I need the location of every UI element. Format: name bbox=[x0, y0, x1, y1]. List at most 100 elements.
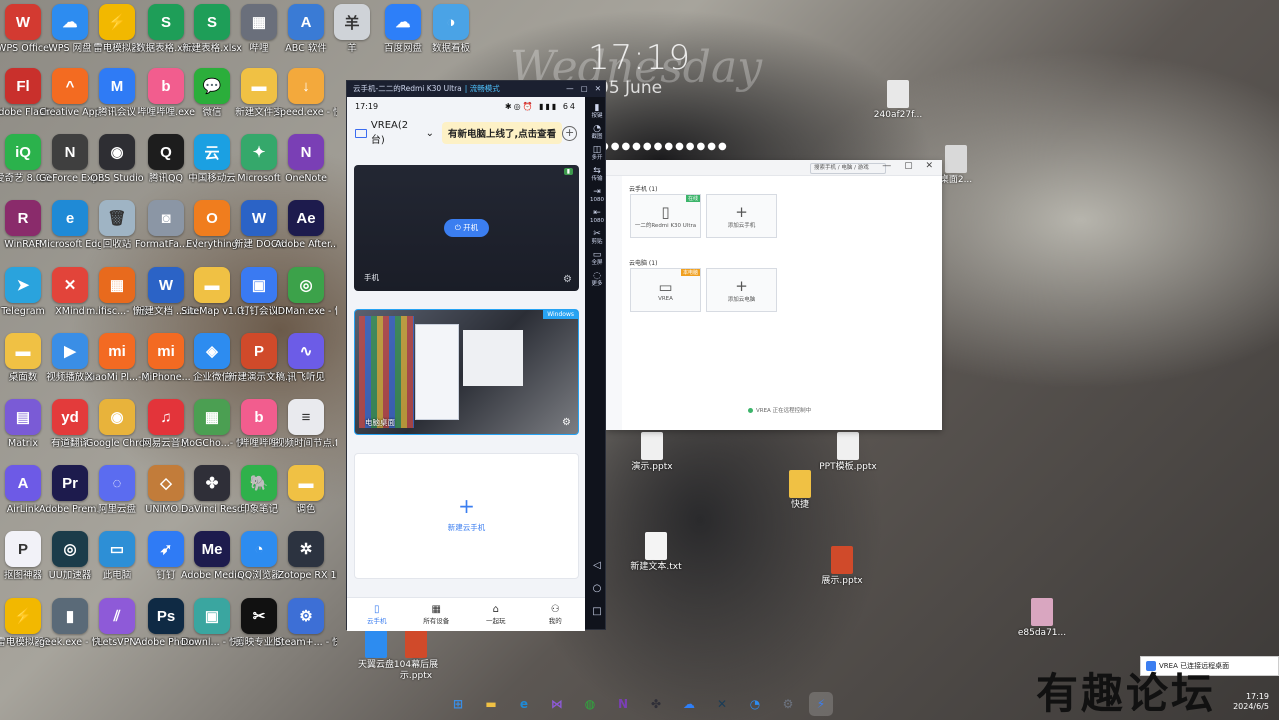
desktop-icon[interactable]: ≡ 视频时间节点.txt bbox=[275, 399, 337, 463]
minimize-icon[interactable]: — bbox=[566, 81, 574, 97]
nav-tab[interactable]: ⌂ 一起玩 bbox=[466, 598, 526, 631]
app-icon: Me bbox=[194, 531, 230, 567]
close-icon[interactable]: ✕ bbox=[595, 81, 601, 97]
app-icon: 🐘 bbox=[241, 465, 277, 501]
taskbar-capcut-icon[interactable]: ✕ bbox=[710, 692, 734, 716]
taskbar: ⊞ ▬ e ⋈ ◍ N ✤ ☁ ✕ ◔ ⚙ ⚡ bbox=[0, 688, 1279, 720]
app-icon: ☁ bbox=[52, 4, 88, 40]
taskbar-settings-icon[interactable]: ⚙ bbox=[776, 692, 800, 716]
desktop-icon-label: iZotope RX 10... bbox=[275, 570, 337, 581]
taskbar-onenote-icon[interactable]: N bbox=[611, 692, 635, 716]
app-icon: ◙ bbox=[148, 200, 184, 236]
app-icon: N bbox=[288, 134, 324, 170]
taskbar-qq-browser-icon[interactable]: ◔ bbox=[743, 692, 767, 716]
device-window-controls[interactable]: — ▢ ✕ bbox=[882, 161, 938, 171]
nav-tab[interactable]: ⚇ 我的 bbox=[526, 598, 586, 631]
phone-card[interactable]: ▮ ⏻ 开机 手机 ⚙ bbox=[354, 165, 579, 291]
app-icon: mi bbox=[148, 333, 184, 369]
desktop-file[interactable]: PPT模板.pptx bbox=[818, 432, 878, 473]
taskbar-explorer-icon[interactable]: ▬ bbox=[479, 692, 503, 716]
phone-screen: 17:19 ✱◎⏰ ▮▮▮ 64 VREA(2台) ⌄ 有新电脑上线了,点击查看… bbox=[347, 97, 585, 631]
taskbar-visual-studio-icon[interactable]: ⋈ bbox=[545, 692, 569, 716]
app-icon: ◇ bbox=[148, 465, 184, 501]
desktop-icon[interactable]: Ae Adobe After... bbox=[275, 200, 337, 264]
desktop-icon[interactable]: ◎ IDMan.exe - 快捷方式 bbox=[275, 267, 337, 331]
desktop-file[interactable]: 104幕后展示.pptx bbox=[386, 630, 446, 682]
device-icon: ▯ bbox=[661, 203, 670, 221]
desktop-icon-label: Adobe After... bbox=[275, 239, 337, 250]
app-icon: ➶ bbox=[148, 531, 184, 567]
nav-tab[interactable]: ▦ 所有设备 bbox=[407, 598, 467, 631]
status-badge: 本电脑 bbox=[680, 269, 700, 276]
pc-card[interactable]: Windows 电脑桌面 ⚙ bbox=[354, 309, 579, 435]
desktop-icon[interactable]: ⚙ Steam+... - 快捷方式 bbox=[275, 598, 337, 662]
app-icon: 云 bbox=[194, 134, 230, 170]
app-icon: ➤ bbox=[5, 267, 41, 303]
nav-label: 所有设备 bbox=[423, 617, 450, 625]
back-icon[interactable]: ◁ bbox=[593, 560, 601, 571]
phone-window-mode[interactable]: | 流畅模式 bbox=[465, 81, 500, 97]
desktop-file[interactable]: 240af27f... bbox=[868, 80, 928, 121]
taskbar-cloud-phone-icon[interactable]: ⚡ bbox=[809, 692, 833, 716]
device-tile[interactable]: + 添加云手机 bbox=[706, 194, 777, 238]
file-icon bbox=[645, 532, 667, 560]
desktop-icon[interactable]: ✲ iZotope RX 10... bbox=[275, 531, 337, 595]
new-pc-tip[interactable]: 有新电脑上线了,点击查看 bbox=[441, 122, 563, 144]
app-icon: iQ bbox=[5, 134, 41, 170]
desktop-icon[interactable]: ▬ 调色 bbox=[275, 465, 337, 529]
pc-card-name: 电脑桌面 bbox=[365, 418, 395, 427]
add-device-button[interactable]: + bbox=[562, 125, 577, 141]
bottom-nav: ▯ 云手机 ▦ 所有设备 ⌂ 一起玩 ⚇ 我的 bbox=[347, 597, 585, 631]
gear-icon[interactable]: ⚙ bbox=[563, 274, 572, 285]
taskbar-baidu-netdisk-icon[interactable]: ☁ bbox=[677, 692, 701, 716]
new-cloud-phone-label: 新建云手机 bbox=[447, 523, 486, 532]
app-icon: e bbox=[52, 200, 88, 236]
phone-status-time: 17:19 bbox=[355, 101, 379, 111]
gear-icon[interactable]: ⚙ bbox=[562, 417, 571, 428]
app-icon: 💬 bbox=[194, 68, 230, 104]
file-icon bbox=[789, 470, 811, 498]
app-icon: ✤ bbox=[194, 465, 230, 501]
recents-icon[interactable]: □ bbox=[592, 606, 601, 617]
app-icon: mi bbox=[99, 333, 135, 369]
desktop-file[interactable]: 新建文本.txt bbox=[626, 532, 686, 573]
app-icon: ▦ bbox=[99, 267, 135, 303]
app-icon: ◎ bbox=[52, 531, 88, 567]
nav-tab[interactable]: ▯ 云手机 bbox=[347, 598, 407, 631]
taskbar-edge-icon[interactable]: e bbox=[512, 692, 536, 716]
desktop-icon[interactable]: ◑ 数据看板 bbox=[420, 4, 482, 68]
maximize-icon[interactable]: ▢ bbox=[581, 81, 588, 97]
device-tile[interactable]: ▭ VREA 本电脑 bbox=[630, 268, 701, 312]
system-tray: 17:19 2024/6/5 bbox=[1233, 692, 1269, 712]
file-icon bbox=[405, 630, 427, 658]
new-cloud-phone-card[interactable]: + 新建云手机 bbox=[354, 453, 579, 579]
desktop-file[interactable]: 演示.pptx bbox=[622, 432, 682, 473]
file-icon bbox=[945, 145, 967, 173]
device-tile[interactable]: + 添加云电脑 bbox=[706, 268, 777, 312]
remote-status-note: VREA 正在远程控制中 bbox=[748, 406, 811, 414]
desktop-icon[interactable]: ∿ 讯飞听见 bbox=[275, 333, 337, 397]
taskbar-wechat-icon[interactable]: ◍ bbox=[578, 692, 602, 716]
app-icon: ✕ bbox=[52, 267, 88, 303]
desktop-file[interactable]: 快捷 bbox=[770, 470, 830, 511]
device-selector[interactable]: VREA(2台) ⌄ bbox=[355, 120, 434, 146]
device-search-input[interactable]: 搜索手机 / 电脑 / 游戏 bbox=[810, 163, 886, 174]
app-icon: ✲ bbox=[288, 531, 324, 567]
app-icon: ✦ bbox=[241, 134, 277, 170]
section-cloud-phones: 云手机 (1) bbox=[629, 186, 658, 193]
desktop-icon[interactable]: N OneNote bbox=[275, 134, 337, 198]
taskbar-davinci-icon[interactable]: ✤ bbox=[644, 692, 668, 716]
device-tile[interactable]: ▯ 一二的Redmi K30 Ultra 在线 bbox=[630, 194, 701, 238]
home-icon[interactable]: ○ bbox=[593, 583, 602, 594]
desktop-file[interactable]: e85da71... bbox=[1012, 598, 1072, 639]
nav-label: 一起玩 bbox=[486, 617, 506, 625]
app-icon: Ps bbox=[148, 598, 184, 634]
desktop-icon[interactable]: ↓ speed.exe - 快捷方式 bbox=[275, 68, 337, 132]
desktop-file[interactable]: 展示.pptx bbox=[812, 546, 872, 587]
app-icon: ⚡ bbox=[99, 4, 135, 40]
app-icon: 🗑 bbox=[99, 200, 135, 236]
device-icon: ▭ bbox=[658, 278, 673, 296]
taskbar-start-icon[interactable]: ⊞ bbox=[446, 692, 470, 716]
power-on-button[interactable]: ⏻ 开机 bbox=[444, 219, 489, 237]
app-icon: ◉ bbox=[99, 134, 135, 170]
